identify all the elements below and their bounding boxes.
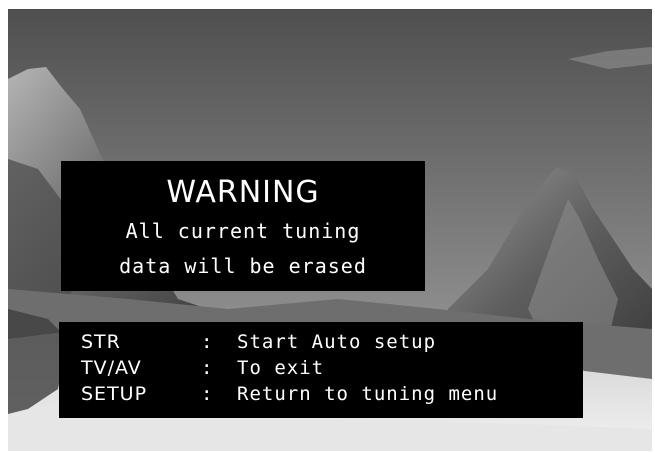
warning-title: WARNING <box>166 175 320 210</box>
key-separator: : <box>201 357 214 379</box>
key-separator: : <box>201 383 214 405</box>
key-instructions-panel: STR : Start Auto setup TV/AV : To exit S… <box>59 322 583 418</box>
key-label: SETUP <box>81 383 148 405</box>
tv-screen: WARNING All current tuning data will be … <box>8 9 652 451</box>
warning-dialog: WARNING All current tuning data will be … <box>61 161 425 291</box>
key-label: STR <box>81 331 121 353</box>
key-label: TV/AV <box>81 357 142 379</box>
warning-message-line-1: All current tuning <box>125 219 361 243</box>
key-action: Start Auto setup <box>237 331 437 353</box>
warning-message-line-2: data will be erased <box>119 254 367 278</box>
key-action: Return to tuning menu <box>237 383 499 405</box>
key-action: To exit <box>237 357 325 379</box>
key-separator: : <box>201 331 214 353</box>
